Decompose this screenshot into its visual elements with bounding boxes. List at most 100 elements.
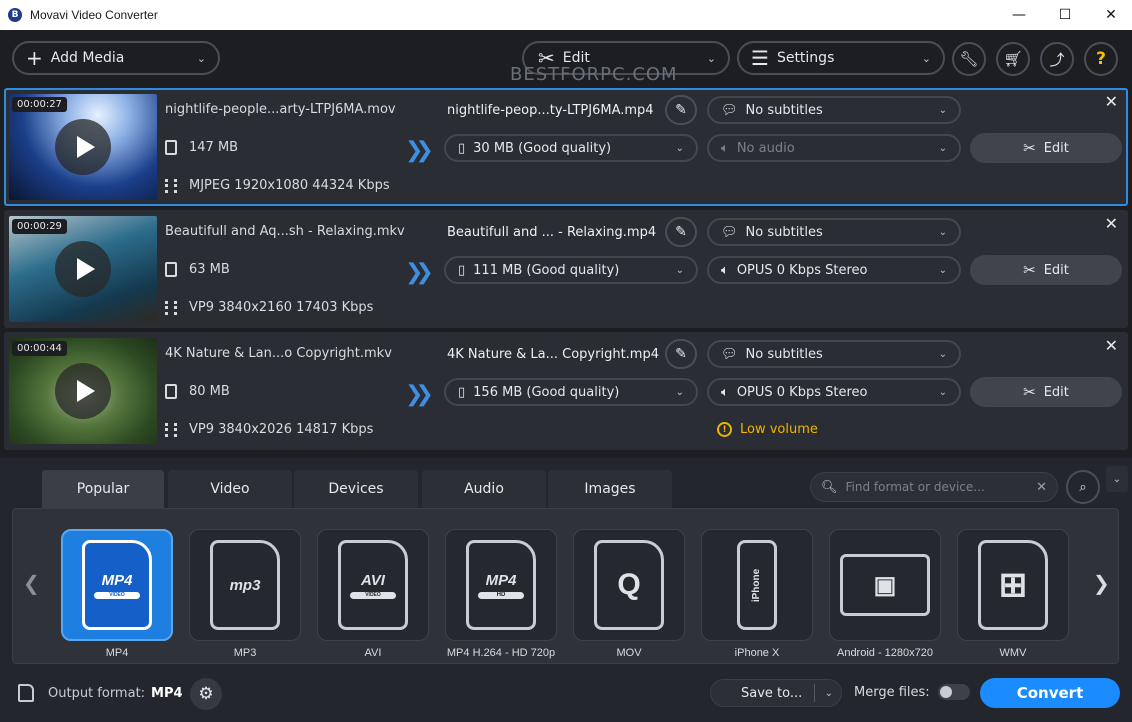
file-row[interactable]: 00:00:29 Beautifull and Aq...sh - Relaxi… (4, 210, 1128, 328)
warning-icon: ! (717, 422, 732, 437)
source-file-size: 63 MB (165, 262, 230, 277)
source-size-text: 63 MB (189, 262, 230, 277)
warning-text: Low volume (740, 422, 818, 437)
app-logo-icon: B (8, 8, 22, 22)
rename-button[interactable]: ✎ (665, 217, 697, 247)
audio-dropdown[interactable]: 🔈︎ OPUS 0 Kbps Stereo ⌄ (707, 256, 961, 284)
sliders-icon: ☰ (751, 46, 769, 70)
tab-devices[interactable]: Devices (294, 470, 418, 508)
edit-file-button[interactable]: ✂ Edit (970, 133, 1122, 163)
detect-device-button[interactable]: ⌕ (1066, 470, 1100, 504)
save-to-button[interactable]: Save to... ⌄ (710, 679, 842, 707)
play-icon[interactable] (55, 363, 111, 419)
output-size-value: 30 MB (Good quality) (473, 140, 612, 156)
file-row[interactable]: 00:00:44 4K Nature & Lan...o Copyright.m… (4, 332, 1128, 450)
preset-avi[interactable]: AVI VIDEO (317, 529, 429, 641)
preset-label: MOV (616, 647, 642, 659)
remove-file-icon[interactable]: ✕ (1105, 336, 1118, 355)
subtitles-dropdown[interactable]: 💬︎ No subtitles ⌄ (707, 340, 961, 368)
format-search[interactable]: 🔍︎ ✕ (810, 472, 1058, 502)
preset-iphone-x[interactable]: iPhone (701, 529, 813, 641)
share-icon: ⤴ (1049, 50, 1065, 69)
output-size-dropdown[interactable]: ▯ 156 MB (Good quality) ⌄ (444, 378, 698, 406)
preset-wmv[interactable]: ⊞ (957, 529, 1069, 641)
edit-file-button[interactable]: ✂ Edit (970, 255, 1122, 285)
play-icon[interactable] (55, 241, 111, 297)
duration-badge: 00:00:44 (12, 341, 67, 356)
clear-search-icon[interactable]: ✕ (1036, 480, 1047, 495)
pencil-icon: ✎ (675, 102, 687, 118)
edit-file-button[interactable]: ✂ Edit (970, 377, 1122, 407)
remove-file-icon[interactable]: ✕ (1105, 214, 1118, 233)
file-icon: ▯ (458, 262, 466, 278)
source-size-text: 80 MB (189, 384, 230, 399)
video-thumbnail[interactable]: 00:00:44 (9, 338, 157, 444)
cart-button[interactable]: 🛒︎ (996, 42, 1030, 76)
preset-mp4-hd[interactable]: MP4 HD (445, 529, 557, 641)
edit-file-label: Edit (1043, 384, 1069, 400)
rename-button[interactable]: ✎ (665, 95, 697, 125)
source-file-meta: VP9 3840x2160 17403 Kbps (165, 300, 373, 315)
file-icon (165, 384, 177, 399)
output-size-dropdown[interactable]: ▯ 111 MB (Good quality) ⌄ (444, 256, 698, 284)
tab-popular[interactable]: Popular (42, 470, 164, 508)
settings-button[interactable]: ☰ Settings ⌄ (737, 41, 945, 75)
minimize-button[interactable]: — (996, 0, 1042, 30)
windows-icon: ⊞ (978, 540, 1048, 630)
chevron-down-icon: ⌄ (196, 51, 206, 65)
collapse-panel-button[interactable]: ⌄ (1106, 466, 1128, 492)
mp4-hd-card-band: HD (478, 591, 524, 599)
audio-value: OPUS 0 Kbps Stereo (736, 262, 868, 278)
tab-video[interactable]: Video (168, 470, 292, 508)
duration-badge: 00:00:29 (12, 219, 67, 234)
preset-mov[interactable]: Q (573, 529, 685, 641)
preset-gallery: ❮ ❯ MP4 VIDEO MP4 mp3 MP3 AVI VIDEO AVI MP… (12, 508, 1119, 664)
tools-icon: ✂ (1023, 383, 1036, 401)
wrench-button[interactable]: 🔧︎ (952, 42, 986, 76)
audio-dropdown[interactable]: 🔈︎ OPUS 0 Kbps Stereo ⌄ (707, 378, 961, 406)
mp3-card-text: mp3 (229, 576, 261, 594)
maximize-button[interactable]: ☐ (1042, 0, 1088, 30)
share-button[interactable]: ⤴ (1040, 42, 1074, 76)
merge-files-toggle[interactable] (937, 684, 970, 700)
preset-mp4[interactable]: MP4 VIDEO (61, 529, 173, 641)
format-settings-button[interactable]: ⚙ (190, 678, 222, 710)
subtitles-dropdown[interactable]: 💬︎ No subtitles ⌄ (707, 218, 961, 246)
play-icon[interactable] (55, 119, 111, 175)
help-button[interactable]: ? (1084, 42, 1118, 76)
tab-images[interactable]: Images (548, 470, 672, 508)
convert-arrow-icon: ❯❯ (405, 382, 434, 407)
video-thumbnail[interactable]: 00:00:27 (9, 94, 157, 200)
subtitles-dropdown[interactable]: 💬︎ No subtitles ⌄ (707, 96, 961, 124)
speech-bubble-icon: 💬︎ (721, 224, 738, 240)
merge-files: Merge files: (854, 684, 970, 700)
source-file-size: 80 MB (165, 384, 230, 399)
remove-file-icon[interactable]: ✕ (1105, 92, 1118, 111)
preset-mp3[interactable]: mp3 (189, 529, 301, 641)
output-format-label: Output format: (48, 685, 146, 701)
tab-audio[interactable]: Audio (422, 470, 546, 508)
preset-android[interactable]: ▣ (829, 529, 941, 641)
preset-label: AVI (364, 647, 382, 659)
chevron-down-icon: ⌄ (938, 264, 947, 276)
scroll-right-icon[interactable]: ❯ (1093, 571, 1110, 595)
output-file-name: nightlife-peop...ty-LTPJ6MA.mp4 (447, 103, 654, 118)
chevron-down-icon: ⌄ (938, 386, 947, 398)
add-media-button[interactable]: + Add Media ⌄ (12, 41, 220, 75)
output-size-value: 156 MB (Good quality) (473, 384, 620, 400)
scroll-left-icon[interactable]: ❮ (23, 571, 40, 595)
chevron-down-icon[interactable]: ⌄ (825, 688, 833, 699)
output-size-dropdown[interactable]: ▯ 30 MB (Good quality) ⌄ (444, 134, 698, 162)
file-row[interactable]: 00:00:27 nightlife-people...arty-LTPJ6MA… (4, 88, 1128, 206)
mp4-hd-icon: MP4 HD (466, 540, 536, 630)
convert-button[interactable]: Convert (980, 678, 1120, 708)
subtitles-value: No subtitles (745, 102, 823, 118)
rename-button[interactable]: ✎ (665, 339, 697, 369)
wrench-icon: 🔧︎ (959, 50, 979, 68)
close-window-button[interactable]: ✕ (1088, 0, 1132, 30)
iphone-icon: iPhone (737, 540, 777, 630)
video-thumbnail[interactable]: 00:00:29 (9, 216, 157, 322)
source-file-meta: VP9 3840x2026 14817 Kbps (165, 422, 373, 437)
format-search-input[interactable] (845, 480, 1026, 494)
avi-card-band: VIDEO (350, 591, 396, 599)
